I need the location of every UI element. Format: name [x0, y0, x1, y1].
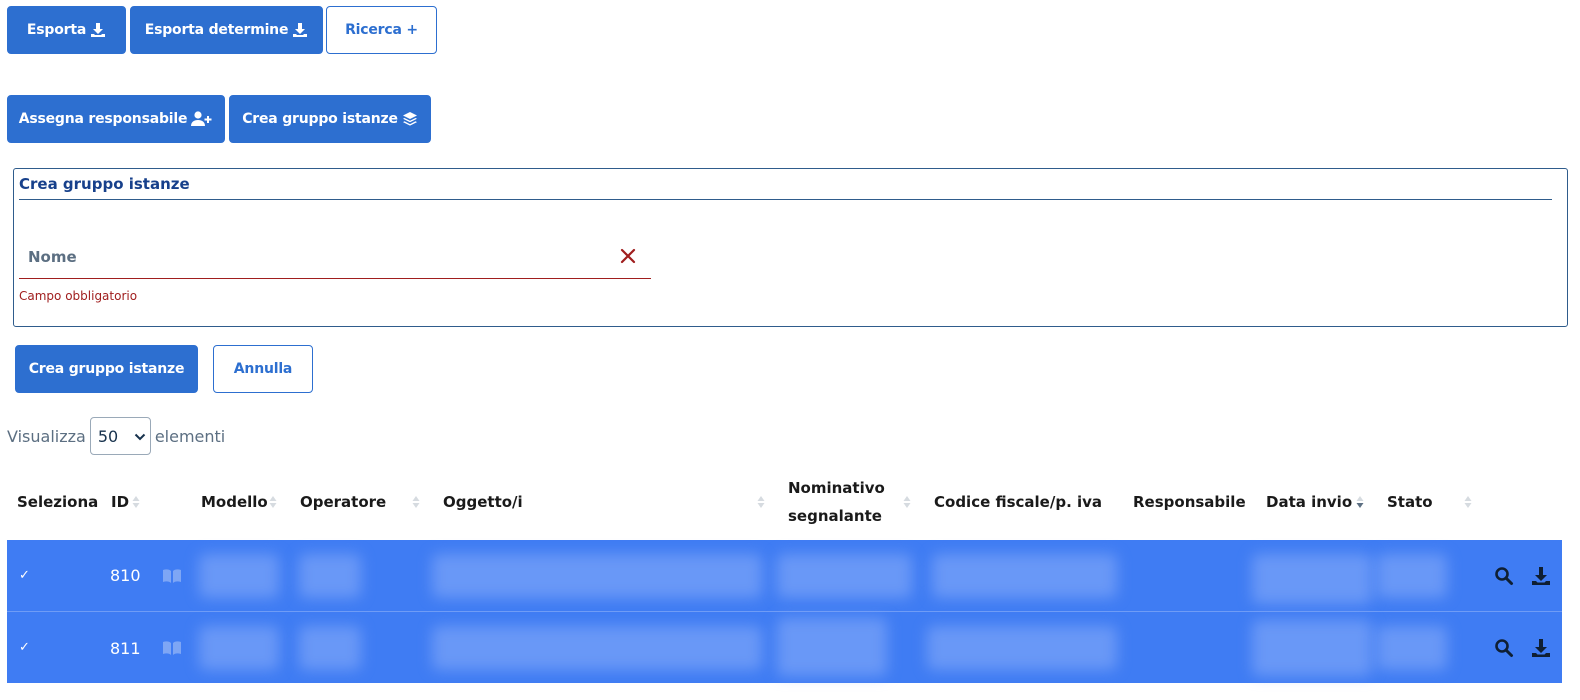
search-icon[interactable] [1494, 566, 1514, 586]
assign-manager-button[interactable]: Assegna responsabile [7, 95, 225, 143]
column-manager[interactable]: Responsabile [1133, 488, 1246, 516]
row-id: 811 [110, 639, 141, 658]
redacted-tax-code [932, 554, 1117, 598]
redacted-sent-date [1252, 620, 1372, 676]
field-error-message: Campo obbligatorio [19, 289, 138, 303]
column-reporter[interactable]: Nominativo segnalante [788, 474, 885, 530]
sort-icon[interactable] [903, 495, 911, 509]
advanced-search-button-label: Ricerca + [345, 22, 418, 38]
download-icon[interactable] [1531, 638, 1551, 658]
group-name-label: Nome [28, 248, 77, 266]
column-reporter-line1: Nominativo [788, 479, 885, 497]
assign-manager-button-label: Assegna responsabile [18, 111, 188, 127]
column-sent-date[interactable]: Data invio [1266, 488, 1352, 516]
column-operator[interactable]: Operatore [300, 488, 386, 516]
layers-icon [402, 112, 417, 126]
row-id: 810 [110, 566, 141, 585]
sort-icon[interactable] [412, 495, 420, 509]
export-button-label: Esporta [26, 22, 87, 38]
chevron-down-icon [134, 433, 146, 441]
row-selected-check[interactable]: ✓ [19, 640, 30, 655]
column-reporter-line2: segnalante [788, 507, 882, 525]
redacted-objects [432, 626, 762, 670]
column-status[interactable]: Stato [1387, 488, 1433, 516]
table-row[interactable]: ✓ 810 [7, 540, 1562, 611]
book-icon[interactable] [162, 566, 182, 586]
redacted-reporter [777, 618, 887, 676]
page-length-prefix: Visualizza [7, 426, 86, 446]
page-length-select[interactable]: 50 [89, 417, 151, 455]
sort-desc-icon[interactable] [1356, 495, 1364, 509]
advanced-search-button[interactable]: Ricerca + [326, 6, 437, 54]
column-id[interactable]: ID [111, 488, 129, 516]
page-length-suffix: elementi [154, 426, 226, 446]
submit-create-group-button[interactable]: Crea gruppo istanze [15, 345, 198, 393]
redacted-model [199, 554, 279, 598]
book-icon[interactable] [162, 638, 182, 658]
export-button[interactable]: Esporta [7, 6, 126, 54]
redacted-reporter [777, 554, 912, 598]
group-name-input[interactable] [19, 239, 651, 279]
redacted-objects [432, 554, 762, 598]
submit-create-group-label: Crea gruppo istanze [28, 361, 185, 377]
column-select: Seleziona [17, 493, 99, 511]
redacted-operator [299, 554, 361, 598]
page-length-value: 50 [97, 426, 119, 446]
download-icon [91, 23, 106, 37]
table-row[interactable]: ✓ 811 [7, 612, 1562, 683]
panel-title: Crea gruppo istanze [19, 175, 190, 193]
user-plus-icon [191, 111, 212, 126]
redacted-status [1377, 626, 1447, 670]
sort-icon[interactable] [132, 495, 140, 509]
sort-icon[interactable] [269, 495, 277, 509]
redacted-operator [299, 626, 361, 670]
export-determine-button[interactable]: Esporta determine [130, 6, 323, 54]
page-length-control: Visualizza 50 elementi [7, 417, 225, 455]
close-icon[interactable] [619, 247, 637, 265]
create-group-button-label: Crea gruppo istanze [242, 111, 398, 127]
sort-icon[interactable] [1464, 495, 1472, 509]
redacted-tax-code [927, 626, 1117, 670]
download-icon[interactable] [1531, 566, 1551, 586]
column-model[interactable]: Modello [201, 488, 268, 516]
redacted-model [199, 626, 279, 670]
search-icon[interactable] [1494, 638, 1514, 658]
panel-divider [19, 199, 1552, 200]
column-tax-code[interactable]: Codice fiscale/p. iva [934, 488, 1102, 516]
redacted-sent-date [1252, 554, 1372, 604]
redacted-status [1377, 554, 1447, 598]
cancel-button[interactable]: Annulla [213, 345, 313, 393]
sort-icon[interactable] [757, 495, 765, 509]
row-selected-check[interactable]: ✓ [19, 568, 30, 583]
column-objects[interactable]: Oggetto/i [443, 488, 523, 516]
export-determine-button-label: Esporta determine [144, 22, 289, 38]
cancel-button-label: Annulla [233, 361, 293, 377]
create-group-button[interactable]: Crea gruppo istanze [229, 95, 431, 143]
create-group-panel: Crea gruppo istanze Nome Campo obbligato… [13, 168, 1568, 327]
download-icon [293, 23, 308, 37]
